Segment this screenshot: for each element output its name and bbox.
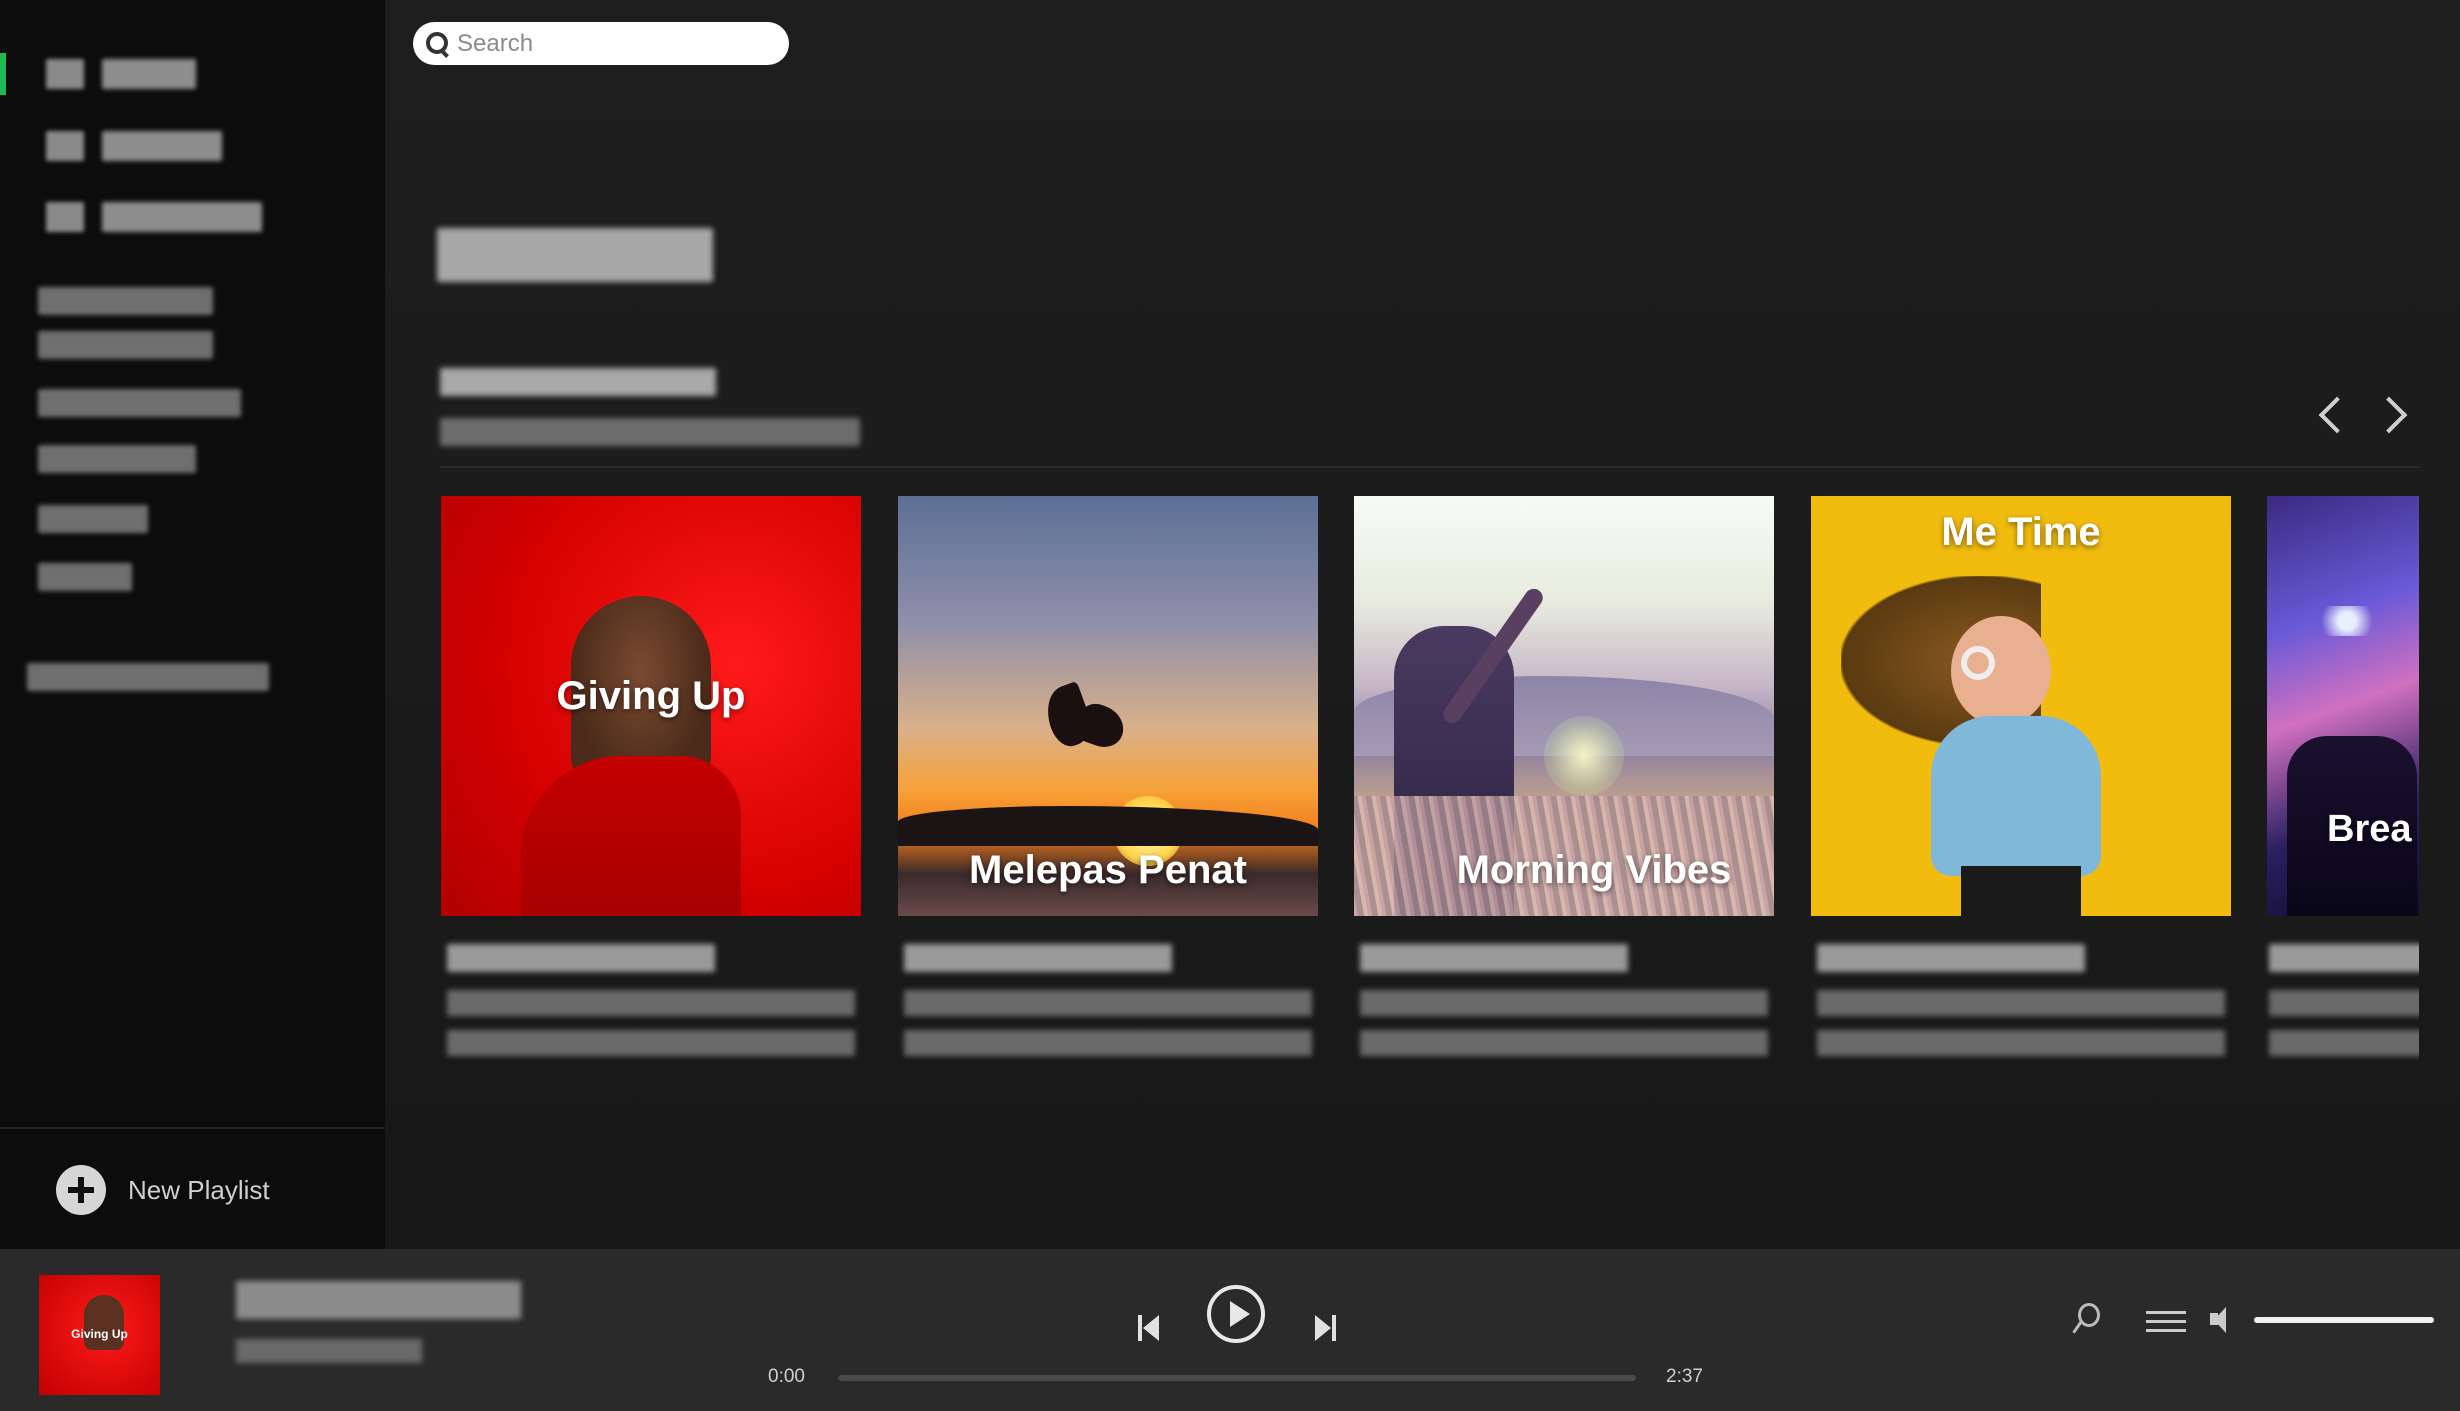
- section-title-redacted: [440, 368, 716, 396]
- cover-art-lights: [2307, 606, 2387, 636]
- card-title-redacted: [2269, 944, 2419, 972]
- card-description-redacted: [904, 990, 1312, 1016]
- volume-fill: [2254, 1317, 2434, 1323]
- queue-line: [2146, 1329, 2186, 1332]
- cover-art-figure: [521, 756, 741, 916]
- cover-title: Me Time: [1941, 510, 2101, 554]
- card-title-redacted: [1360, 944, 1628, 972]
- cover-title: Melepas Penat: [969, 848, 1247, 892]
- play-icon[interactable]: [1207, 1285, 1265, 1343]
- sidebar-nav-label-redacted: [102, 59, 196, 89]
- card-description-redacted: [904, 1030, 1312, 1056]
- playlist-item-redacted[interactable]: [27, 663, 269, 691]
- search-icon: [423, 29, 453, 59]
- cover-art-land: [898, 806, 1318, 846]
- section-divider: [440, 466, 2420, 468]
- library-item-redacted[interactable]: [38, 563, 132, 591]
- search-input[interactable]: [457, 29, 777, 58]
- playlist-card[interactable]: Giving Up: [441, 496, 861, 1056]
- sidebar-nav-home[interactable]: [0, 49, 385, 99]
- new-playlist-button[interactable]: New Playlist: [56, 1163, 270, 1217]
- player-bar: Giving Up 0:00 2:37: [0, 1249, 2460, 1411]
- library-icon: [46, 202, 84, 232]
- headphones-icon: [1961, 646, 1995, 680]
- track-title-redacted[interactable]: [236, 1281, 521, 1319]
- current-time: 0:00: [768, 1366, 805, 1387]
- playlist-card[interactable]: Me Time: [1811, 496, 2231, 1056]
- next-icon[interactable]: [1315, 1315, 1337, 1341]
- playlist-cover[interactable]: Giving Up: [441, 496, 861, 916]
- library-item-redacted[interactable]: [38, 287, 213, 315]
- sidebar-nav-label-redacted: [102, 202, 262, 232]
- library-item-redacted[interactable]: [38, 389, 241, 417]
- library-item-redacted[interactable]: [38, 331, 213, 359]
- page-title-redacted: [437, 228, 713, 282]
- sidebar: New Playlist: [0, 0, 385, 1249]
- volume-slider[interactable]: [2254, 1317, 2434, 1323]
- card-description-redacted: [447, 1030, 855, 1056]
- main-content: Giving Up Melepas Penat: [385, 0, 2460, 1249]
- active-indicator: [0, 53, 6, 95]
- chevron-right-icon[interactable]: [2372, 392, 2412, 432]
- cover-art-figure: [1931, 716, 2101, 876]
- card-description-redacted: [447, 990, 855, 1016]
- playlist-card[interactable]: Melepas Penat: [898, 496, 1318, 1056]
- playlist-card[interactable]: Brea: [2267, 496, 2419, 1056]
- queue-line: [2146, 1320, 2186, 1323]
- card-title-redacted: [904, 944, 1172, 972]
- cover-title: Morning Vibes: [1456, 848, 1732, 892]
- library-item-redacted[interactable]: [38, 505, 148, 533]
- section-subtitle-redacted: [440, 418, 860, 446]
- cover-title: Brea: [2327, 808, 2412, 850]
- queue-line: [2146, 1311, 2186, 1314]
- plus-circle-icon: [56, 1165, 106, 1215]
- previous-icon[interactable]: [1138, 1315, 1160, 1341]
- playlist-cover[interactable]: Melepas Penat: [898, 496, 1318, 916]
- sidebar-divider: [0, 1127, 385, 1129]
- card-description-redacted: [2269, 990, 2419, 1016]
- cover-art-figure: [1961, 866, 2081, 916]
- sidebar-nav-library[interactable]: [0, 192, 385, 242]
- card-description-redacted: [2269, 1030, 2419, 1056]
- card-description-redacted: [1817, 1030, 2225, 1056]
- search-nav-icon: [46, 131, 84, 161]
- playlist-cover[interactable]: Morning Vibes: [1354, 496, 1774, 916]
- cover-title: Giving Up: [556, 674, 746, 718]
- home-icon: [46, 59, 84, 89]
- progress-bar[interactable]: [838, 1375, 1636, 1381]
- chevron-left-icon[interactable]: [2310, 392, 2350, 432]
- library-item-redacted[interactable]: [38, 445, 196, 473]
- card-description-redacted: [1817, 990, 2225, 1016]
- playlist-cover[interactable]: Me Time: [1811, 496, 2231, 916]
- cover-art-flare: [1544, 716, 1624, 796]
- card-description-redacted: [1360, 990, 1768, 1016]
- new-playlist-label: New Playlist: [128, 1174, 270, 1205]
- playlist-carousel: Giving Up Melepas Penat Morning Vibes Me…: [441, 496, 2419, 1076]
- sidebar-nav-label-redacted: [102, 131, 222, 161]
- track-artist-redacted[interactable]: [236, 1339, 422, 1363]
- cover-art-butterfly: [1038, 680, 1130, 776]
- card-title-redacted: [1817, 944, 2085, 972]
- playlist-card[interactable]: Morning Vibes: [1354, 496, 1774, 1056]
- cover-art-figure: [84, 1295, 124, 1350]
- playlist-cover[interactable]: Brea: [2267, 496, 2419, 916]
- card-description-redacted: [1360, 1030, 1768, 1056]
- sidebar-nav-search[interactable]: [0, 121, 385, 171]
- volume-icon[interactable]: [2210, 1305, 2244, 1335]
- queue-icon[interactable]: [2146, 1309, 2186, 1335]
- now-playing-cover[interactable]: Giving Up: [39, 1275, 160, 1395]
- search-bar[interactable]: [413, 22, 789, 65]
- now-playing-cover-title: Giving Up: [71, 1327, 128, 1341]
- card-title-redacted: [447, 944, 715, 972]
- lyrics-mic-icon[interactable]: [2070, 1303, 2100, 1337]
- total-time: 2:37: [1666, 1366, 1703, 1387]
- app-window: New Playlist Giving Up: [0, 0, 2460, 1411]
